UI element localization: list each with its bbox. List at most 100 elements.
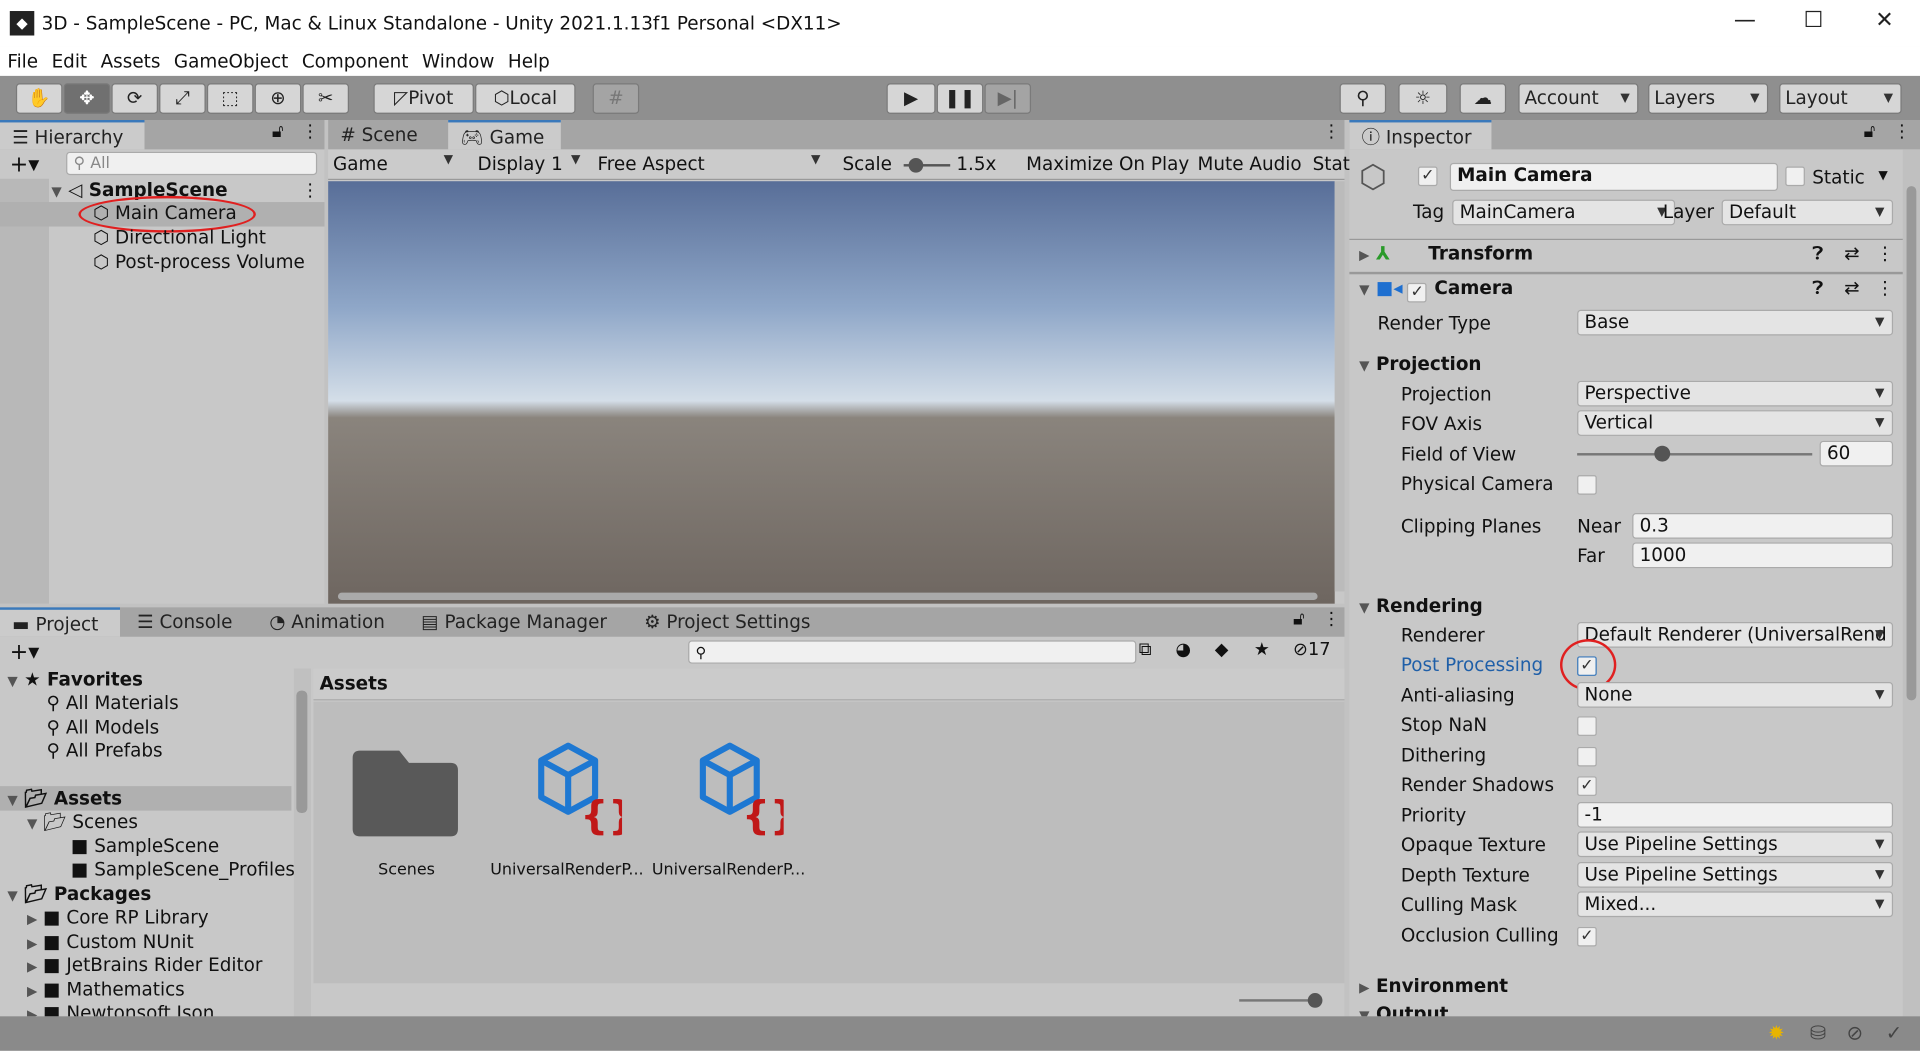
scenes-folder[interactable]: ▼ 📂︎ Scenes: [27, 811, 138, 833]
package-item[interactable]: ▶ ■ Core RP Library: [27, 906, 209, 928]
layer-dropdown[interactable]: Default: [1721, 199, 1894, 226]
hierarchy-item[interactable]: ⬡ Post-process Volume: [93, 251, 305, 273]
close-button[interactable]: ✕: [1866, 7, 1903, 33]
label-icon[interactable]: ◆: [1215, 640, 1229, 660]
mute-audio-toggle[interactable]: Mute Audio: [1198, 153, 1302, 175]
lock-icon[interactable]: 🔓︎: [1864, 122, 1876, 142]
hierarchy-search-input[interactable]: ⚲ All: [66, 151, 318, 176]
game-dropdown[interactable]: Game: [333, 153, 460, 177]
package-item[interactable]: ▶ ■ Mathematics: [27, 978, 185, 1000]
account-dropdown[interactable]: Account: [1518, 83, 1639, 114]
package-item[interactable]: ▶ ■ Custom NUnit: [27, 931, 194, 953]
dithering-checkbox[interactable]: [1577, 746, 1597, 767]
rect-tool-icon[interactable]: ⬚: [206, 83, 254, 114]
pause-button[interactable]: ❚❚: [936, 83, 984, 114]
render-pipeline-asset-icon[interactable]: {}: [529, 741, 622, 839]
projection-dropdown[interactable]: Perspective: [1577, 380, 1894, 407]
scale-slider-thumb[interactable]: [908, 157, 924, 173]
fov-slider-thumb[interactable]: [1654, 445, 1671, 462]
component-menu-icon[interactable]: ⋮: [1876, 277, 1894, 299]
maximize-on-play-toggle[interactable]: Maximize On Play: [1026, 153, 1189, 175]
presets-icon[interactable]: ⇄: [1844, 277, 1859, 299]
stop-nan-checkbox[interactable]: [1577, 716, 1597, 736]
tab-project-settings[interactable]: ⚙ Project Settings: [632, 607, 810, 636]
lock-icon[interactable]: 🔓︎: [272, 122, 284, 142]
project-search-input[interactable]: ⚲: [688, 640, 1137, 664]
bug-icon[interactable]: ✹: [1768, 1021, 1784, 1044]
layout-dropdown[interactable]: Layout: [1779, 83, 1902, 114]
tab-hierarchy[interactable]: ☰ Hierarchy: [0, 120, 145, 150]
more-icon[interactable]: ⋮: [301, 122, 319, 142]
tab-scene[interactable]: # Scene: [328, 120, 446, 149]
help-icon[interactable]: ❓︎: [1812, 277, 1823, 299]
cache-icon[interactable]: ⛁: [1810, 1021, 1826, 1044]
search-by-type-icon[interactable]: ⧉: [1139, 640, 1152, 660]
gameobject-icon[interactable]: ⬡: [1359, 159, 1387, 196]
environment-foldout[interactable]: ▶ Environment: [1359, 975, 1508, 997]
static-checkbox[interactable]: [1785, 166, 1805, 187]
hand-tool-icon[interactable]: ✋: [15, 83, 63, 114]
more-icon[interactable]: ⋮: [1893, 122, 1911, 142]
minimize-button[interactable]: —: [1727, 7, 1764, 33]
search-icon[interactable]: ⚲: [1339, 83, 1387, 114]
lock-icon[interactable]: 🔓︎: [1293, 610, 1305, 630]
physical-camera-checkbox[interactable]: [1577, 475, 1597, 495]
occlusion-culling-checkbox[interactable]: ✓: [1577, 926, 1597, 947]
fov-axis-dropdown[interactable]: Vertical: [1577, 410, 1894, 436]
aspect-dropdown[interactable]: Free Aspect: [598, 153, 828, 177]
package-item[interactable]: ▶ ■ JetBrains Rider Editor: [27, 954, 263, 976]
step-button[interactable]: ▶|: [984, 83, 1032, 114]
local-button[interactable]: ⬡Local: [475, 83, 576, 114]
folder-item[interactable]: ■ SampleScene: [71, 835, 219, 857]
scrollbar-thumb[interactable]: [296, 690, 308, 814]
presets-icon[interactable]: ⇄: [1844, 242, 1859, 264]
output-foldout[interactable]: ▼ Output: [1359, 1003, 1448, 1016]
scene-more-icon[interactable]: ⋮: [301, 181, 319, 201]
render-shadows-checkbox[interactable]: ✓: [1577, 776, 1597, 796]
collab-icon[interactable]: ☼: [1398, 83, 1448, 114]
packages-folder[interactable]: ▼ 📂︎ Packages: [7, 883, 151, 905]
name-field[interactable]: Main Camera: [1449, 162, 1778, 192]
transform-header[interactable]: ▶ ⅄ Transform ❓︎ ⇄ ⋮: [1359, 242, 1898, 264]
tab-console[interactable]: ☰ Console: [125, 607, 232, 636]
layers-dropdown[interactable]: Layers: [1648, 83, 1769, 114]
favorites-header[interactable]: ▼ ★ Favorites: [7, 669, 143, 691]
menu-gameobject[interactable]: GameObject: [174, 50, 289, 72]
culling-mask-dropdown[interactable]: Mixed...: [1577, 891, 1894, 918]
vertical-scrollbar[interactable]: [1334, 181, 1345, 592]
renderer-dropdown[interactable]: Default Renderer (UniversalRend: [1577, 622, 1894, 648]
tab-package-manager[interactable]: ▤ Package Manager: [409, 607, 607, 636]
render-pipeline-asset-icon[interactable]: {}: [691, 741, 784, 839]
tab-inspector[interactable]: ⓘ Inspector: [1349, 120, 1492, 150]
depth-texture-dropdown[interactable]: Use Pipeline Settings: [1577, 862, 1894, 888]
custom-tool-icon[interactable]: ✂: [302, 83, 349, 114]
expand-arrow-icon[interactable]: ▼: [51, 184, 61, 200]
menu-edit[interactable]: Edit: [52, 50, 88, 72]
transform-tool-icon[interactable]: ⊕: [254, 83, 302, 114]
opaque-texture-dropdown[interactable]: Use Pipeline Settings: [1577, 831, 1894, 858]
more-icon[interactable]: ⋮: [1322, 610, 1340, 630]
hidden-packages-toggle[interactable]: ⊘17: [1293, 640, 1330, 660]
icon-size-slider[interactable]: [1239, 993, 1323, 1008]
folder-item[interactable]: ■ SampleScene_Profiles: [71, 858, 295, 880]
assets-folder[interactable]: ▼ 📂︎ Assets: [7, 787, 122, 809]
render-type-dropdown[interactable]: Base: [1577, 309, 1894, 336]
grid-snap-icon[interactable]: #: [592, 83, 640, 114]
horizontal-scrollbar[interactable]: [337, 592, 1318, 601]
check-icon[interactable]: ✓: [1886, 1021, 1902, 1044]
favorite-item[interactable]: ⚲ All Prefabs: [47, 740, 163, 762]
component-menu-icon[interactable]: ⋮: [1876, 242, 1894, 264]
scale-tool-icon[interactable]: ⤢: [159, 83, 206, 114]
pivot-button[interactable]: ◸Pivot: [373, 83, 474, 114]
auto-gen-lighting-icon[interactable]: ⊘: [1847, 1021, 1863, 1044]
maximize-button[interactable]: ☐: [1795, 7, 1832, 33]
rotate-tool-icon[interactable]: ⟳: [111, 83, 158, 114]
slider-thumb[interactable]: [1307, 993, 1323, 1008]
menu-window[interactable]: Window: [422, 50, 494, 72]
asset-scenes[interactable]: [350, 746, 460, 838]
stats-toggle[interactable]: Stat: [1313, 153, 1350, 175]
active-checkbox[interactable]: ✓: [1417, 166, 1438, 187]
far-input[interactable]: 1000: [1632, 542, 1894, 569]
hierarchy-item[interactable]: ⬡ Directional Light: [93, 227, 266, 249]
fov-slider[interactable]: [1577, 445, 1813, 462]
